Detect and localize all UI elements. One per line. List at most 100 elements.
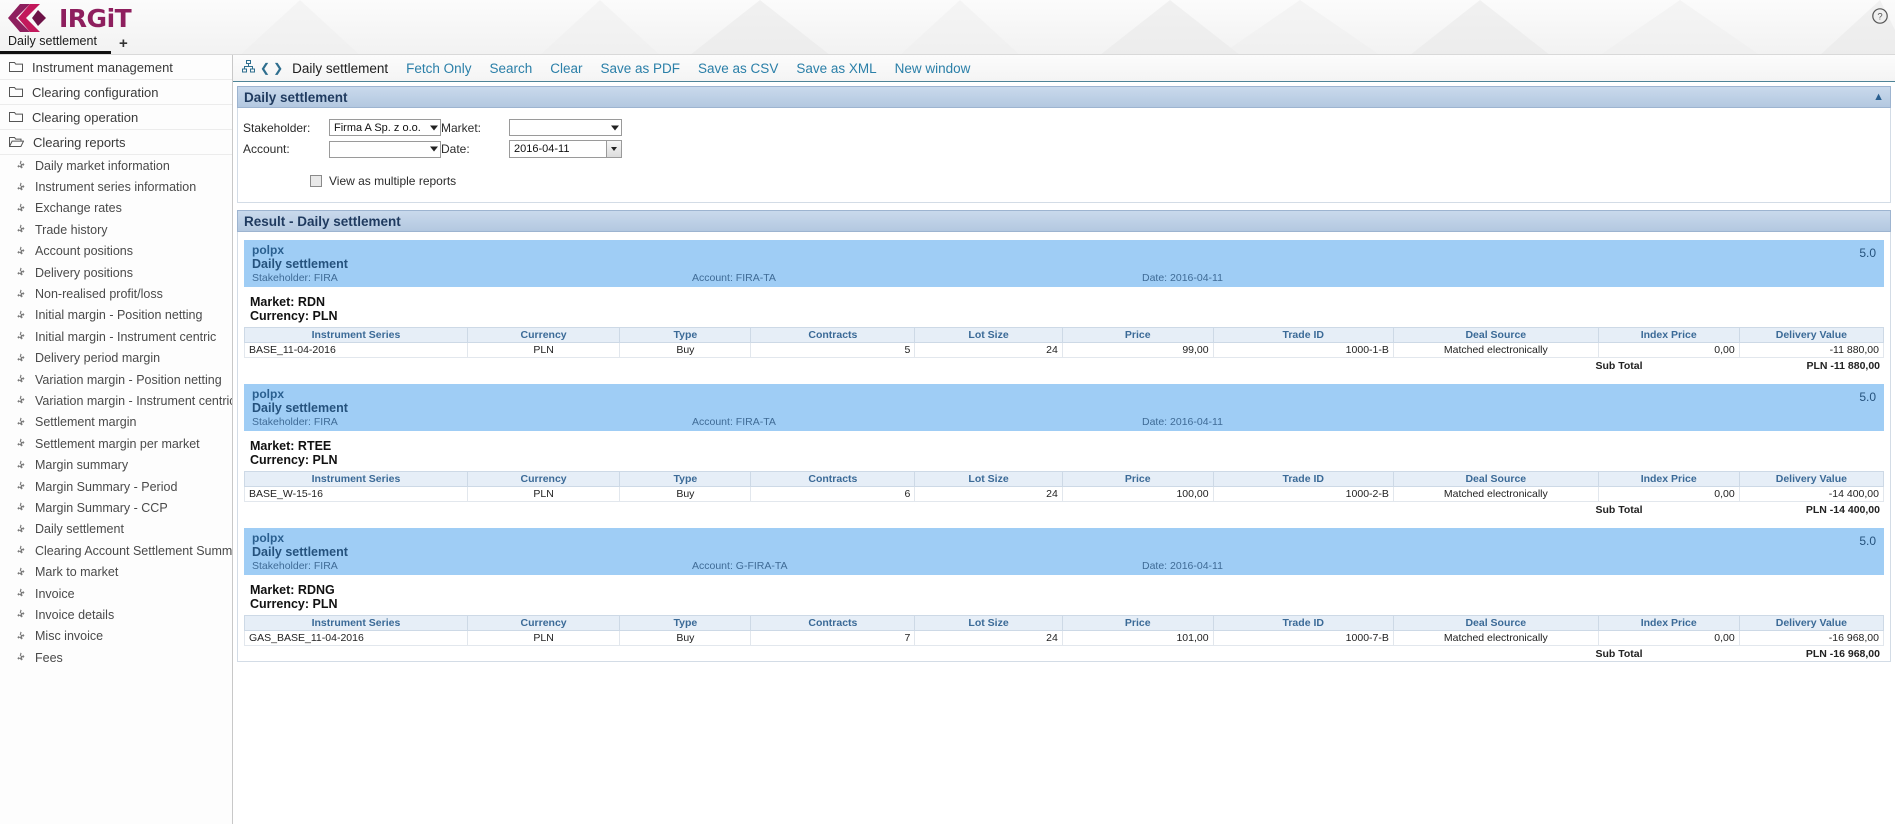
multiple-reports-checkbox[interactable]: [310, 175, 322, 187]
column-header[interactable]: Type: [619, 471, 752, 487]
collapse-icon[interactable]: ▲: [1873, 91, 1884, 103]
sidebar-item-instrument-management[interactable]: Instrument management: [0, 55, 232, 80]
sidebar-item-margin-summary-period[interactable]: Margin Summary - Period: [0, 476, 232, 497]
sidebar-item-clearing-account-settlement-summary[interactable]: Clearing Account Settlement Summary: [0, 540, 232, 561]
toolbar-link-search[interactable]: Search: [480, 61, 541, 76]
date-input[interactable]: 2016-04-11: [509, 140, 622, 158]
sidebar-nav: Instrument management Clearing configura…: [0, 55, 233, 824]
report-table: Instrument Series Currency Type Contracts Lo…: [244, 327, 1885, 358]
sidebar-item-clearing-operation[interactable]: Clearing operation: [0, 105, 232, 130]
column-header[interactable]: Delivery Value: [1738, 471, 1885, 487]
column-header[interactable]: Trade ID: [1212, 615, 1394, 631]
toolbar-link-save-as-csv[interactable]: Save as CSV: [689, 61, 787, 76]
sidebar-item-fees[interactable]: Fees: [0, 647, 232, 668]
table-header-row: Instrument Series Currency Type Contracts Lo…: [244, 327, 1885, 343]
column-header[interactable]: Currency: [466, 471, 621, 487]
report-node-icon: [15, 289, 26, 300]
app-logo[interactable]: IRGiT: [8, 2, 132, 34]
toolbar-link-fetch-only[interactable]: Fetch Only: [397, 61, 480, 76]
calendar-dropdown-icon[interactable]: [606, 141, 621, 157]
sidebar-item-misc-invoice[interactable]: Misc invoice: [0, 626, 232, 647]
report-node-icon: [15, 609, 26, 620]
table-row[interactable]: BASE_11-04-2016 PLN Buy 5 24 99,00 1000-1-B Mat…: [244, 342, 1885, 358]
cell-deal-source: Matched electronically: [1392, 342, 1599, 358]
sidebar-item-delivery-positions[interactable]: Delivery positions: [0, 262, 232, 283]
column-header[interactable]: Price: [1061, 615, 1214, 631]
column-header[interactable]: Instrument Series: [244, 471, 468, 487]
toolbar-link-save-as-pdf[interactable]: Save as PDF: [592, 61, 690, 76]
column-header[interactable]: Type: [619, 327, 752, 343]
table-row[interactable]: BASE_W-15-16 PLN Buy 6 24 100,00 1000-2-B Match…: [244, 486, 1885, 502]
column-header[interactable]: Trade ID: [1212, 471, 1394, 487]
sidebar-item-settlement-margin[interactable]: Settlement margin: [0, 412, 232, 433]
column-header[interactable]: Price: [1061, 327, 1214, 343]
sidebar-item-initial-margin-position-netting[interactable]: Initial margin - Position netting: [0, 305, 232, 326]
account-select[interactable]: [329, 140, 441, 158]
sidebar-item-daily-settlement[interactable]: Daily settlement: [0, 519, 232, 540]
column-header[interactable]: Lot Size: [914, 615, 1063, 631]
column-header[interactable]: Instrument Series: [244, 615, 468, 631]
sidebar-item-invoice[interactable]: Invoice: [0, 583, 232, 604]
sidebar-item-mark-to-market[interactable]: Mark to market: [0, 561, 232, 582]
sidebar-item-non-realised-profit-loss[interactable]: Non-realised profit/loss: [0, 283, 232, 304]
subtotal-row: Sub Total PLN -16 968,00: [244, 646, 1884, 661]
sidebar-item-initial-margin-instrument-centric[interactable]: Initial margin - Instrument centric: [0, 326, 232, 347]
sidebar-item-settlement-margin-per-market[interactable]: Settlement margin per market: [0, 433, 232, 454]
chevron-down-icon: [430, 125, 438, 130]
column-header[interactable]: Currency: [466, 327, 621, 343]
column-header[interactable]: Contracts: [750, 471, 916, 487]
market-select[interactable]: [509, 119, 622, 136]
stakeholder-select[interactable]: Firma A Sp. z o.o.: [329, 119, 441, 136]
result-panel-title: Result - Daily settlement: [244, 213, 401, 229]
sidebar-item-margin-summary[interactable]: Margin summary: [0, 454, 232, 475]
report-stakeholder: Stakeholder: FIRA: [252, 560, 338, 572]
sidebar-item-clearing-configuration[interactable]: Clearing configuration: [0, 80, 232, 105]
column-header[interactable]: Index Price: [1597, 327, 1740, 343]
report-meta: Stakeholder: FIRA Account: FIRA-TA Date: 2…: [252, 272, 1876, 285]
column-header[interactable]: Delivery Value: [1738, 327, 1885, 343]
result-panel: Result - Daily settlement polpx Daily set…: [233, 210, 1895, 662]
report-date: Date: 2016-04-11: [1142, 416, 1223, 428]
toolbar-link-clear[interactable]: Clear: [541, 61, 591, 76]
column-header[interactable]: Index Price: [1597, 615, 1740, 631]
sidebar-item-variation-margin-instrument-centric[interactable]: Variation margin - Instrument centric: [0, 390, 232, 411]
column-header[interactable]: Instrument Series: [244, 327, 468, 343]
toolbar-link-save-as-xml[interactable]: Save as XML: [787, 61, 885, 76]
sidebar-item-margin-summary-ccp[interactable]: Margin Summary - CCP: [0, 497, 232, 518]
stakeholder-label: Stakeholder:: [243, 120, 311, 135]
help-circle-icon[interactable]: ?: [1872, 8, 1888, 24]
sidebar-item-exchange-rates[interactable]: Exchange rates: [0, 198, 232, 219]
sidebar-item-daily-market-information[interactable]: Daily market information: [0, 155, 232, 176]
column-header[interactable]: Lot Size: [914, 327, 1063, 343]
column-header[interactable]: Lot Size: [914, 471, 1063, 487]
sidebar-item-instrument-series-information[interactable]: Instrument series information: [0, 176, 232, 197]
sidebar-item-variation-margin-position-netting[interactable]: Variation margin - Position netting: [0, 369, 232, 390]
column-header[interactable]: Deal Source: [1392, 327, 1599, 343]
sidebar-item-invoice-details[interactable]: Invoice details: [0, 604, 232, 625]
report-node-icon: [15, 331, 26, 342]
chevron-right-icon[interactable]: ❯: [273, 61, 283, 75]
column-header[interactable]: Delivery Value: [1738, 615, 1885, 631]
column-header[interactable]: Trade ID: [1212, 327, 1394, 343]
column-header[interactable]: Contracts: [750, 327, 916, 343]
tab-daily-settlement[interactable]: Daily settlement: [0, 34, 111, 54]
column-header[interactable]: Deal Source: [1392, 615, 1599, 631]
add-tab-button[interactable]: +: [111, 35, 136, 54]
column-header[interactable]: Type: [619, 615, 752, 631]
folder-closed-icon: [9, 61, 23, 73]
column-header[interactable]: Currency: [466, 615, 621, 631]
folder-closed-icon: [9, 86, 23, 98]
sidebar-item-trade-history[interactable]: Trade history: [0, 219, 232, 240]
sitemap-icon[interactable]: [242, 60, 255, 76]
column-header[interactable]: Price: [1061, 471, 1214, 487]
chevron-left-icon[interactable]: ❮: [260, 61, 270, 75]
subtotal-row: Sub Total PLN -11 880,00: [244, 358, 1884, 373]
toolbar-link-new-window[interactable]: New window: [886, 61, 980, 76]
column-header[interactable]: Contracts: [750, 615, 916, 631]
table-row[interactable]: GAS_BASE_11-04-2016 PLN Buy 7 24 101,00 1000-7…: [244, 630, 1885, 646]
column-header[interactable]: Deal Source: [1392, 471, 1599, 487]
sidebar-item-account-positions[interactable]: Account positions: [0, 241, 232, 262]
sidebar-item-clearing-reports[interactable]: Clearing reports: [0, 130, 232, 155]
column-header[interactable]: Index Price: [1597, 471, 1740, 487]
sidebar-item-delivery-period-margin[interactable]: Delivery period margin: [0, 348, 232, 369]
